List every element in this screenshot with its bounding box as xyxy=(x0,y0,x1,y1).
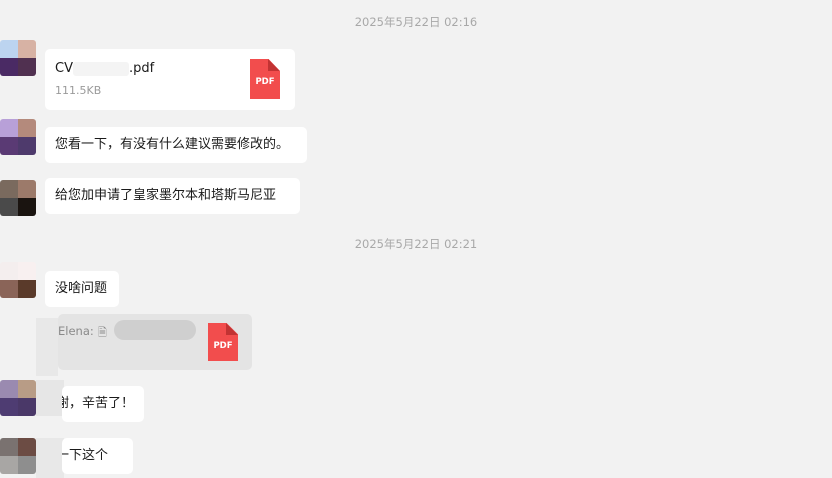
blurred-filename xyxy=(72,61,129,76)
timestamp: 2025年5月22日 02:16 xyxy=(354,15,478,29)
document-icon: 🗎 xyxy=(98,326,107,339)
blurred-region xyxy=(36,318,58,376)
file-name: CV .pdf xyxy=(55,61,155,76)
avatar[interactable] xyxy=(0,438,36,474)
blurred-region xyxy=(36,438,64,478)
quote-author: Elena: xyxy=(58,324,94,338)
pdf-file-icon: PDF xyxy=(250,59,280,99)
timestamp: 2025年5月22日 02:21 xyxy=(354,237,478,251)
chat-bubble: 谢，辛苦了！ xyxy=(62,386,144,422)
avatar[interactable] xyxy=(0,180,36,216)
avatar[interactable] xyxy=(0,40,36,76)
file-size: 111.5KB xyxy=(55,84,102,97)
avatar[interactable] xyxy=(0,380,36,416)
quoted-file-reference[interactable]: Elena: 🗎 PDF xyxy=(58,314,252,370)
chat-bubble: 给您加申请了皇家墨尔本和塔斯马尼亚 xyxy=(45,178,300,214)
chat-bubble: 一下这个 xyxy=(62,438,133,474)
avatar[interactable] xyxy=(0,262,36,298)
avatar[interactable] xyxy=(0,119,36,155)
chat-bubble: 没啥问题 xyxy=(45,271,119,307)
chat-bubble: 您看一下，有没有什么建议需要修改的。 xyxy=(45,127,307,163)
pdf-file-icon: PDF xyxy=(208,323,238,361)
blurred-filename xyxy=(114,320,196,340)
blurred-region xyxy=(36,380,64,416)
file-message[interactable]: CV .pdf 111.5KB PDF xyxy=(45,49,295,110)
